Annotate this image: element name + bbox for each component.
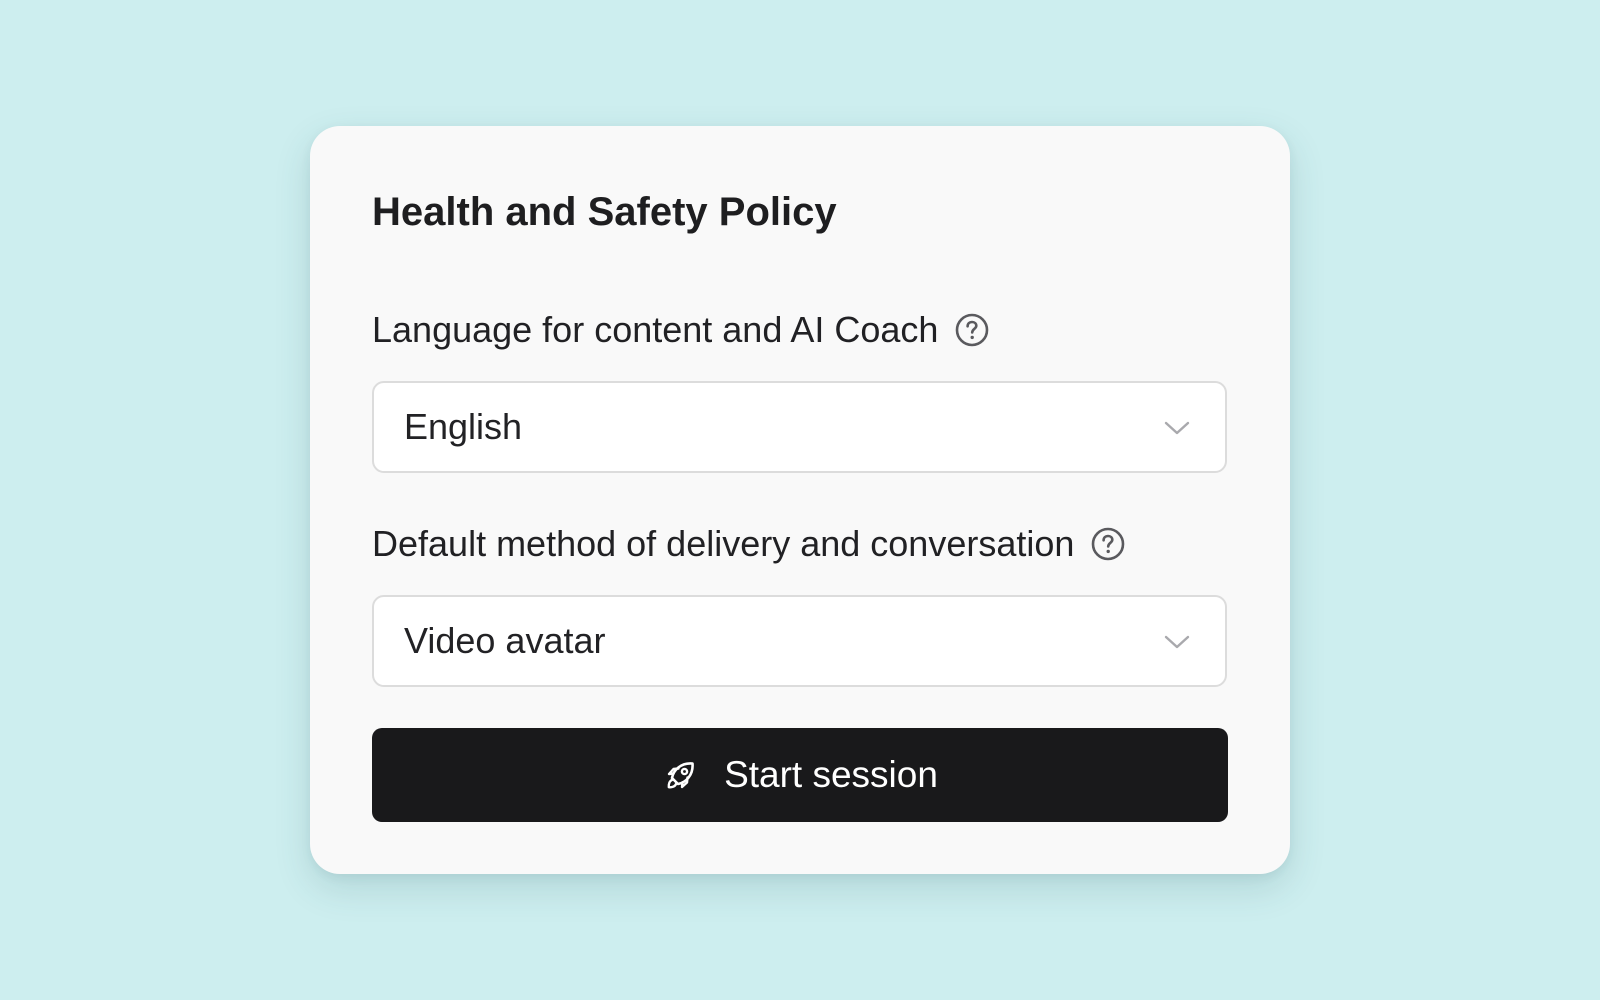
chevron-down-icon	[1163, 628, 1191, 656]
language-selected-value: English	[404, 406, 523, 447]
start-session-button[interactable]: Start session	[372, 728, 1228, 822]
card-title: Health and Safety Policy	[372, 190, 837, 234]
delivery-selected-value: Video avatar	[404, 620, 606, 661]
rocket-icon	[662, 756, 700, 794]
delivery-field-label: Default method of delivery and conversat…	[372, 523, 1075, 564]
chevron-down-icon	[1163, 414, 1191, 442]
start-session-label: Start session	[724, 754, 938, 795]
language-field-label: Language for content and AI Coach	[372, 309, 939, 350]
delivery-field-label-row: Default method of delivery and conversat…	[372, 526, 1126, 562]
question-circle-icon[interactable]	[954, 312, 990, 348]
language-select[interactable]: English	[372, 381, 1227, 473]
session-settings-card: Health and Safety Policy Language for co…	[310, 126, 1290, 874]
question-circle-icon[interactable]	[1090, 526, 1126, 562]
delivery-method-select[interactable]: Video avatar	[372, 595, 1227, 687]
language-field-label-row: Language for content and AI Coach	[372, 312, 990, 348]
